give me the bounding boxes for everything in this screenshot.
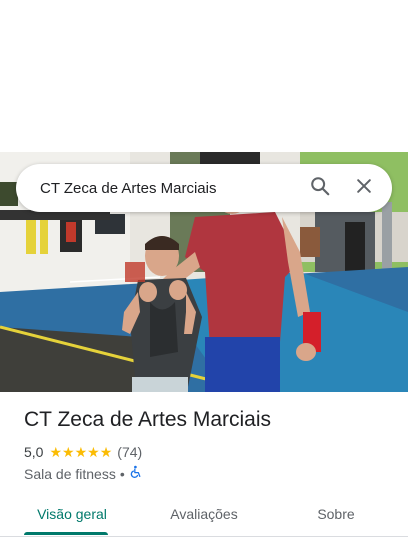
rating-row[interactable]: 5,0 ★ ★ ★ ★ ★ (74) bbox=[24, 444, 142, 460]
star-rating: ★ ★ ★ ★ ★ bbox=[49, 445, 112, 459]
close-button[interactable] bbox=[342, 166, 386, 210]
star-icon: ★ bbox=[49, 444, 63, 460]
search-bar[interactable]: CT Zeca de Artes Marciais bbox=[16, 164, 392, 212]
star-icon: ★ bbox=[99, 444, 113, 460]
place-title: CT Zeca de Artes Marciais bbox=[24, 408, 272, 431]
wheelchair-icon bbox=[129, 465, 143, 482]
blank-area bbox=[0, 0, 408, 152]
star-icon: ★ bbox=[87, 444, 100, 460]
star-icon: ★ bbox=[74, 444, 88, 460]
active-tab-indicator bbox=[24, 532, 108, 535]
star-icon: ★ bbox=[62, 444, 75, 460]
search-icon bbox=[309, 175, 331, 202]
tab-overview[interactable]: Visão geral bbox=[24, 492, 120, 536]
category-row: Sala de fitness • bbox=[24, 465, 143, 482]
tabs-divider bbox=[0, 536, 408, 537]
close-icon bbox=[354, 176, 374, 201]
tab-reviews[interactable]: Avaliações bbox=[154, 492, 254, 536]
tab-about[interactable]: Sobre bbox=[296, 492, 376, 536]
rating-value: 5,0 bbox=[24, 444, 44, 460]
search-input[interactable]: CT Zeca de Artes Marciais bbox=[40, 180, 298, 197]
place-category: Sala de fitness bbox=[24, 465, 116, 482]
review-count[interactable]: (74) bbox=[117, 444, 142, 460]
search-button[interactable] bbox=[298, 166, 342, 210]
separator: • bbox=[119, 465, 125, 482]
place-tabs: Visão geral Avaliações Sobre bbox=[0, 492, 408, 536]
